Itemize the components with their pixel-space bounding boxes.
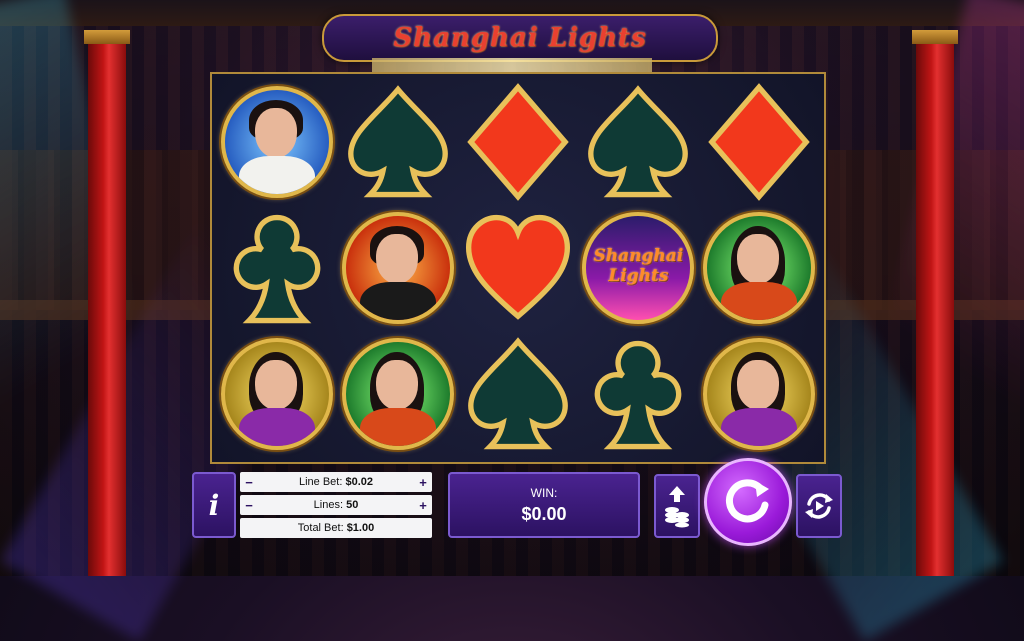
game-title-plaque: Shanghai Lights [322,14,718,62]
spin-button[interactable] [704,458,792,546]
reel-cell [459,332,577,456]
club-icon [233,214,321,324]
reel-cell [579,332,697,456]
portrait-face [375,234,418,284]
line-bet-display: Line Bet: $0.02 [258,476,414,488]
lines-value: 50 [346,499,359,511]
reel-grid: Shanghai Lights [218,80,818,456]
portrait-body [239,156,316,194]
reel-cell [218,332,336,456]
total-bet-value: $1.00 [346,522,375,534]
reel-cell [338,206,456,330]
man-white-suit-symbol-icon [221,86,334,198]
line-bet-label: Line Bet: [298,476,343,488]
portrait-face [255,360,298,410]
logo-symbol-line1: Shanghai [593,246,684,266]
heart-icon [465,214,571,320]
portrait-face [375,360,418,410]
spade-shape [468,337,568,450]
lines-label: Lines: [313,499,344,511]
spade-icon [347,85,448,198]
info-button[interactable]: i [192,472,236,538]
woman-champagne-symbol-icon [341,338,454,450]
portrait-body [359,408,436,446]
red-pillar-left [84,30,130,576]
portrait-body [239,408,316,446]
portrait-face [736,360,779,410]
portrait-body [720,408,797,446]
club-shape [595,340,682,450]
lines-increase-button[interactable]: + [414,495,432,515]
lines-display: Lines: 50 [258,499,414,511]
woman-champagne-symbol-icon [702,212,815,324]
diamond-shape [708,83,810,201]
woman-cocktail-symbol-icon [702,338,815,450]
logo-symbol-text: Shanghai Lights [586,246,690,286]
game-title: Shanghai Lights [393,23,647,53]
diamond-icon [708,83,810,201]
red-pillar-right [912,30,958,576]
reel-cell [218,206,336,330]
club-shape [233,214,321,324]
logo-symbol-icon: Shanghai Lights [582,212,695,324]
portrait-face [255,108,298,158]
reel-cell [459,80,577,204]
portrait-face [736,234,779,284]
portrait-body [359,282,436,320]
diamond-shape [467,83,569,201]
line-bet-decrease-button[interactable]: − [240,472,258,492]
reel-cell [579,80,697,204]
spade-shape [347,85,448,198]
autoplay-icon [805,493,833,519]
coin-stack-icon [665,486,689,528]
spade-shape [588,85,689,198]
total-bet-text: Total Bet: $1.00 [240,522,432,534]
win-panel: WIN: $0.00 [448,472,640,538]
reel-cell [338,332,456,456]
title-ornament [372,58,652,72]
reel-cell [700,206,818,330]
reel-cell [218,80,336,204]
max-bet-button[interactable] [654,474,700,538]
info-icon: i [208,488,220,522]
spade-icon [468,337,568,450]
lines-control: − Lines: 50 + [240,495,432,515]
reel-cell [700,332,818,456]
club-icon [595,340,682,450]
spade-icon [588,85,689,198]
win-value: $0.00 [521,503,567,524]
man-tuxedo-symbol-icon [341,212,454,324]
logo-symbol-line2: Lights [608,266,669,286]
woman-cocktail-symbol-icon [221,338,334,450]
total-bet-label: Total Bet: [297,522,344,534]
reel-cell [459,206,577,330]
win-label: WIN: [530,485,558,500]
reel-area: Shanghai Lights [210,72,826,464]
reel-cell [700,80,818,204]
line-bet-value: $0.02 [345,476,373,488]
spin-arrow-icon [726,479,769,523]
reel-cell [338,80,456,204]
portrait-body [720,282,797,320]
diamond-icon [467,83,569,201]
autoplay-button[interactable] [796,474,842,538]
heart-shape [465,214,571,320]
lines-decrease-button[interactable]: − [240,495,258,515]
line-bet-control: − Line Bet: $0.02 + [240,472,432,492]
line-bet-increase-button[interactable]: + [414,472,432,492]
reel-cell: Shanghai Lights [579,206,697,330]
total-bet-display: Total Bet: $1.00 [240,518,432,538]
